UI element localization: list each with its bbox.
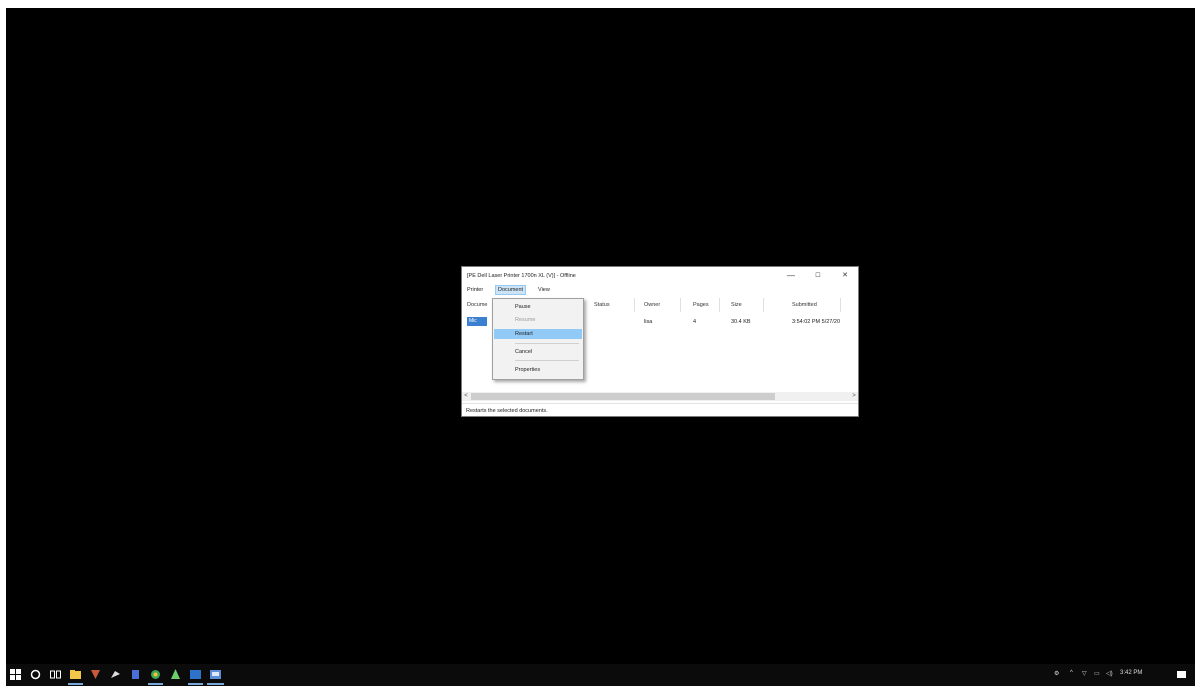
menu-item-cancel[interactable]: Cancel	[494, 347, 582, 357]
search-icon[interactable]	[30, 669, 41, 680]
menu-bar: Printer Document View	[462, 285, 858, 295]
cell-owner: lisa	[644, 319, 653, 325]
notification-icon[interactable]	[1176, 669, 1187, 680]
column-header-pages[interactable]: Pages	[693, 302, 709, 308]
browser-icon[interactable]	[150, 669, 161, 680]
minimize-button[interactable]: —	[778, 269, 804, 283]
menu-item-properties[interactable]: Properties	[494, 365, 582, 375]
active-app-indicator	[207, 683, 224, 685]
file-explorer-icon[interactable]	[70, 669, 81, 680]
taskbar: ⚙ ^ ▽ ▭ ◁) 3:42 PM	[6, 664, 1195, 686]
close-button[interactable]: ✕	[832, 269, 858, 283]
column-divider	[634, 298, 635, 312]
menu-separator	[515, 343, 579, 344]
horizontal-scrollbar[interactable]: < >	[462, 392, 858, 401]
app-icon[interactable]	[110, 669, 121, 680]
menu-separator	[515, 360, 579, 361]
notes-icon[interactable]	[130, 669, 141, 680]
menu-item-restart[interactable]: Restart	[494, 329, 582, 339]
app-icon[interactable]	[170, 669, 181, 680]
menu-document[interactable]: Document	[495, 285, 527, 295]
print-queue-app-icon[interactable]	[210, 669, 221, 680]
menu-printer[interactable]: Printer	[465, 286, 485, 294]
column-divider	[840, 298, 841, 312]
cell-pages: 4	[693, 319, 697, 325]
task-view-icon[interactable]	[50, 669, 61, 680]
menu-view[interactable]: View	[536, 286, 552, 294]
selected-job-row[interactable]: Mic	[467, 317, 487, 326]
network-icon[interactable]: ⚙	[1054, 670, 1059, 677]
cell-submitted: 3:54:02 PM 5/27/20	[792, 319, 841, 325]
volume-icon[interactable]: ◁)	[1106, 670, 1113, 677]
window-title: [PE Dell Laser Printer 1700n XL (V)] - O…	[467, 273, 576, 279]
battery-icon[interactable]: ▭	[1094, 670, 1100, 677]
wifi-icon[interactable]: ▽	[1082, 670, 1087, 677]
column-divider	[763, 298, 764, 312]
windows-start-icon[interactable]	[10, 669, 21, 680]
menu-item-pause[interactable]: Pause	[494, 302, 582, 312]
column-header-size[interactable]: Size	[731, 302, 742, 308]
scrollbar-thumb[interactable]	[471, 393, 775, 400]
active-app-indicator	[148, 683, 163, 685]
active-app-indicator	[188, 683, 203, 685]
column-header-status[interactable]: Status	[594, 302, 610, 308]
status-bar: Restarts the selected documents.	[462, 403, 858, 416]
cell-size: 30.4 KB	[731, 319, 751, 325]
column-divider	[680, 298, 681, 312]
menu-item-resume[interactable]: Resume	[494, 315, 582, 325]
chevron-up-icon[interactable]: ^	[1070, 670, 1073, 676]
column-header-owner[interactable]: Owner	[644, 302, 660, 308]
column-header-submitted[interactable]: Submitted	[792, 302, 817, 308]
document-menu-dropdown: Pause Resume Restart Cancel Properties	[492, 298, 584, 380]
scroll-left-arrow-icon[interactable]: <	[462, 392, 470, 401]
app-icon[interactable]	[190, 669, 201, 680]
active-app-indicator	[68, 683, 83, 685]
scroll-right-arrow-icon[interactable]: >	[850, 392, 858, 401]
title-bar: [PE Dell Laser Printer 1700n XL (V)] - O…	[462, 267, 858, 285]
store-icon[interactable]	[90, 669, 101, 680]
maximize-button[interactable]: ☐	[805, 269, 831, 283]
column-divider	[719, 298, 720, 312]
status-text: Restarts the selected documents.	[466, 408, 548, 414]
clock-time[interactable]: 3:42 PM	[1120, 670, 1142, 676]
column-header-document[interactable]: Docume	[467, 302, 487, 308]
